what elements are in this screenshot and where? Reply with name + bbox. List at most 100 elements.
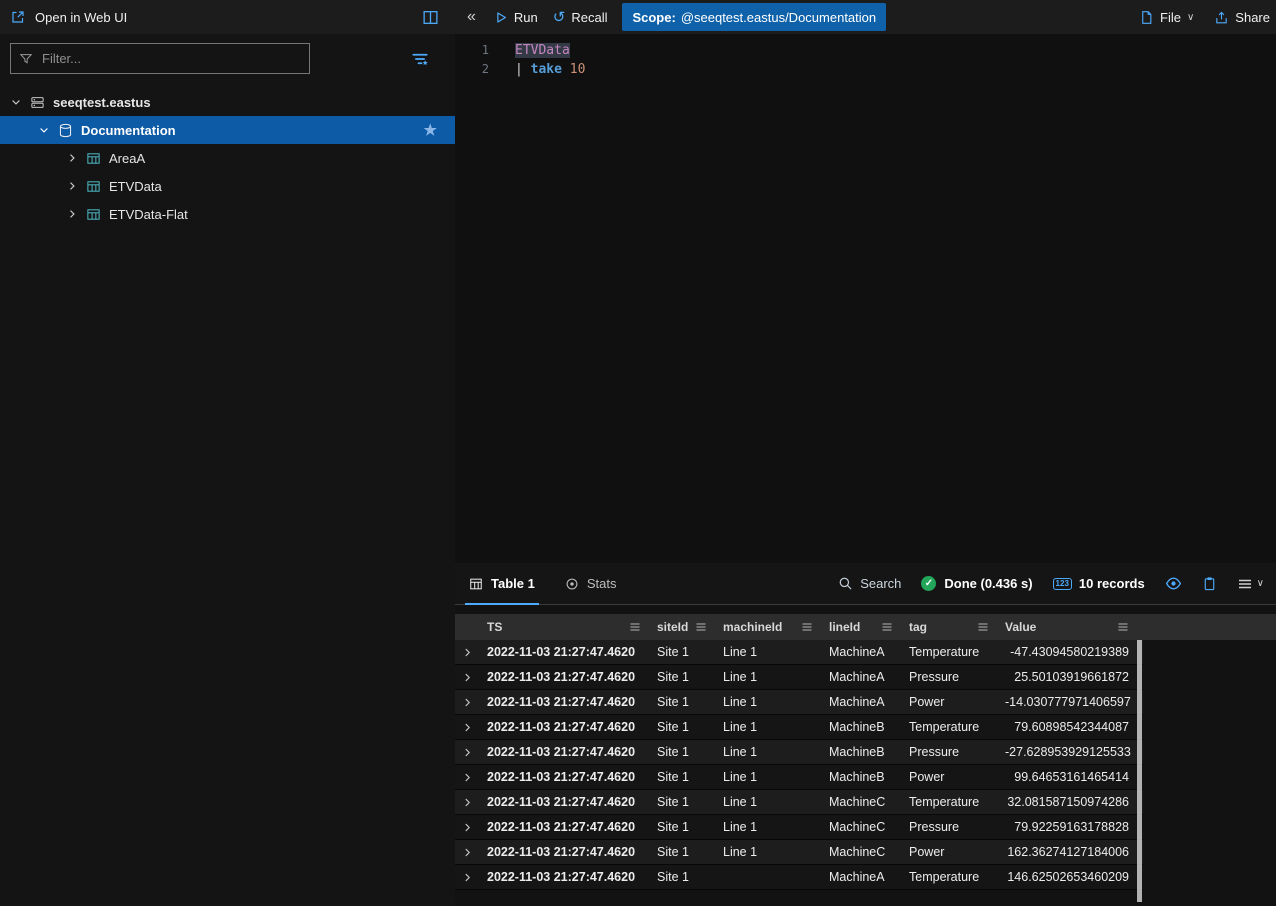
query-editor[interactable]: 1 ETVData 2 | take 10 <box>455 34 1276 563</box>
results-grid: TS siteId machineId lineId tag <box>455 614 1276 906</box>
column-header-siteid[interactable]: siteId <box>649 614 715 640</box>
query-toolbar: « Run ↺ Recall Scope: @seeqtest.eastus/D… <box>455 0 1276 34</box>
results-menu-button[interactable]: ∨ <box>1237 576 1264 592</box>
tree-item-database[interactable]: Documentation ★ <box>0 116 455 144</box>
share-menu-button[interactable]: Share <box>1214 10 1270 25</box>
results-body: 2022-11-03 21:27:47.4620 Site 1 Line 1 M… <box>455 640 1143 890</box>
tree-item-table-etvdata-flat[interactable]: ETVData-Flat <box>0 200 455 228</box>
column-header-machineid[interactable]: machineId <box>715 614 821 640</box>
open-external-icon <box>10 9 26 25</box>
column-label: Value <box>1005 620 1036 634</box>
cell-tag: Temperature <box>901 645 997 659</box>
tree-item-table-areaa[interactable]: AreaA <box>0 144 455 172</box>
open-in-web-ui-button[interactable]: Open in Web UI <box>10 9 127 25</box>
cell-tag: Pressure <box>901 745 997 759</box>
filter-input-box[interactable] <box>10 43 310 74</box>
expander-column-header <box>455 614 479 640</box>
row-expander[interactable] <box>455 797 479 808</box>
row-expander[interactable] <box>455 697 479 708</box>
split-panel-icon[interactable] <box>422 9 439 26</box>
cell-machineid: Line 1 <box>715 770 821 784</box>
cell-value: 79.92259163178828 <box>997 820 1137 834</box>
cell-value: 99.64653161465414 <box>997 770 1137 784</box>
tree-item-cluster[interactable]: seeqtest.eastus <box>0 88 455 116</box>
row-expander[interactable] <box>455 872 479 883</box>
filter-input[interactable] <box>40 50 301 67</box>
cell-siteid: Site 1 <box>649 820 715 834</box>
cell-ts: 2022-11-03 21:27:47.4620 <box>479 720 649 734</box>
cell-lineid: MachineB <box>821 745 901 759</box>
token-table-name: ETVData <box>515 43 570 58</box>
query-status: ✓ Done (0.436 s) <box>921 576 1032 591</box>
run-button[interactable]: Run <box>493 10 538 25</box>
column-menu-icon[interactable] <box>1117 621 1129 633</box>
copy-results-button[interactable] <box>1202 576 1217 591</box>
cell-siteid: Site 1 <box>649 795 715 809</box>
chevron-right-icon <box>462 697 473 708</box>
chevron-right-icon <box>462 822 473 833</box>
table-icon <box>86 151 101 166</box>
recall-button[interactable]: ↺ Recall <box>553 10 608 25</box>
code-text: ETVData <box>489 41 570 60</box>
cell-value: 32.081587150974286 <box>997 795 1137 809</box>
cell-tag: Power <box>901 770 997 784</box>
column-menu-icon[interactable] <box>977 621 989 633</box>
row-expander[interactable] <box>455 722 479 733</box>
column-header-lineid[interactable]: lineId <box>821 614 901 640</box>
app-root: Open in Web UI <box>0 0 1276 906</box>
cell-ts: 2022-11-03 21:27:47.4620 <box>479 670 649 684</box>
cell-siteid: Site 1 <box>649 870 715 884</box>
preview-toggle-button[interactable] <box>1165 575 1182 592</box>
cell-lineid: MachineC <box>821 795 901 809</box>
table-row[interactable]: 2022-11-03 21:27:47.4620 Site 1 Line 1 M… <box>455 740 1143 765</box>
header-filler <box>1137 614 1276 640</box>
search-label: Search <box>860 576 901 591</box>
collapse-sidebar-button[interactable]: « <box>465 8 478 26</box>
cell-tag: Pressure <box>901 670 997 684</box>
cell-lineid: MachineA <box>821 695 901 709</box>
tree-item-table-etvdata[interactable]: ETVData <box>0 172 455 200</box>
eye-icon <box>1165 575 1182 592</box>
column-header-ts[interactable]: TS <box>479 614 649 640</box>
table-icon <box>86 207 101 222</box>
table-row[interactable]: 2022-11-03 21:27:47.4620 Site 1 Line 1 M… <box>455 640 1143 665</box>
tab-label: Stats <box>587 576 617 591</box>
starred-filter-icon[interactable] <box>411 50 429 68</box>
chevron-down-icon: ∨ <box>1257 578 1264 589</box>
cell-value: 25.50103919661872 <box>997 670 1137 684</box>
cluster-label: seeqtest.eastus <box>53 95 151 110</box>
column-header-value[interactable]: Value <box>997 614 1137 640</box>
column-menu-icon[interactable] <box>695 621 707 633</box>
table-row[interactable]: 2022-11-03 21:27:47.4620 Site 1 Line 1 M… <box>455 690 1143 715</box>
token-number: 10 <box>570 62 586 77</box>
row-expander[interactable] <box>455 772 479 783</box>
column-label: machineId <box>723 620 782 634</box>
table-row[interactable]: 2022-11-03 21:27:47.4620 Site 1 Line 1 M… <box>455 665 1143 690</box>
table-row[interactable]: 2022-11-03 21:27:47.4620 Site 1 Line 1 M… <box>455 840 1143 865</box>
row-expander[interactable] <box>455 747 479 758</box>
table-row[interactable]: 2022-11-03 21:27:47.4620 Site 1 Line 1 M… <box>455 765 1143 790</box>
favorite-star-icon[interactable]: ★ <box>424 121 437 139</box>
table-row[interactable]: 2022-11-03 21:27:47.4620 Site 1 Line 1 M… <box>455 815 1143 840</box>
row-expander[interactable] <box>455 822 479 833</box>
column-menu-icon[interactable] <box>801 621 813 633</box>
row-expander[interactable] <box>455 672 479 683</box>
table-row[interactable]: 2022-11-03 21:27:47.4620 Site 1 Line 1 M… <box>455 790 1143 815</box>
search-button[interactable]: Search <box>838 576 901 591</box>
table-row[interactable]: 2022-11-03 21:27:47.4620 Site 1 Line 1 M… <box>455 715 1143 740</box>
vertical-scrollbar[interactable] <box>1137 640 1142 902</box>
tab-table-1[interactable]: Table 1 <box>465 563 539 604</box>
code-line-2: 2 | take 10 <box>455 60 1276 79</box>
column-menu-icon[interactable] <box>629 621 641 633</box>
table-label: AreaA <box>109 151 145 166</box>
column-header-tag[interactable]: tag <box>901 614 997 640</box>
chevron-right-icon <box>462 797 473 808</box>
row-expander[interactable] <box>455 847 479 858</box>
tab-stats[interactable]: Stats <box>561 563 621 604</box>
record-count-icon: 123 <box>1053 578 1072 590</box>
column-menu-icon[interactable] <box>881 621 893 633</box>
row-expander[interactable] <box>455 647 479 658</box>
table-row[interactable]: 2022-11-03 21:27:47.4620 Site 1 MachineA… <box>455 865 1143 890</box>
file-menu-button[interactable]: File ∨ <box>1139 10 1194 25</box>
scope-selector[interactable]: Scope: @seeqtest.eastus/Documentation <box>622 3 886 31</box>
